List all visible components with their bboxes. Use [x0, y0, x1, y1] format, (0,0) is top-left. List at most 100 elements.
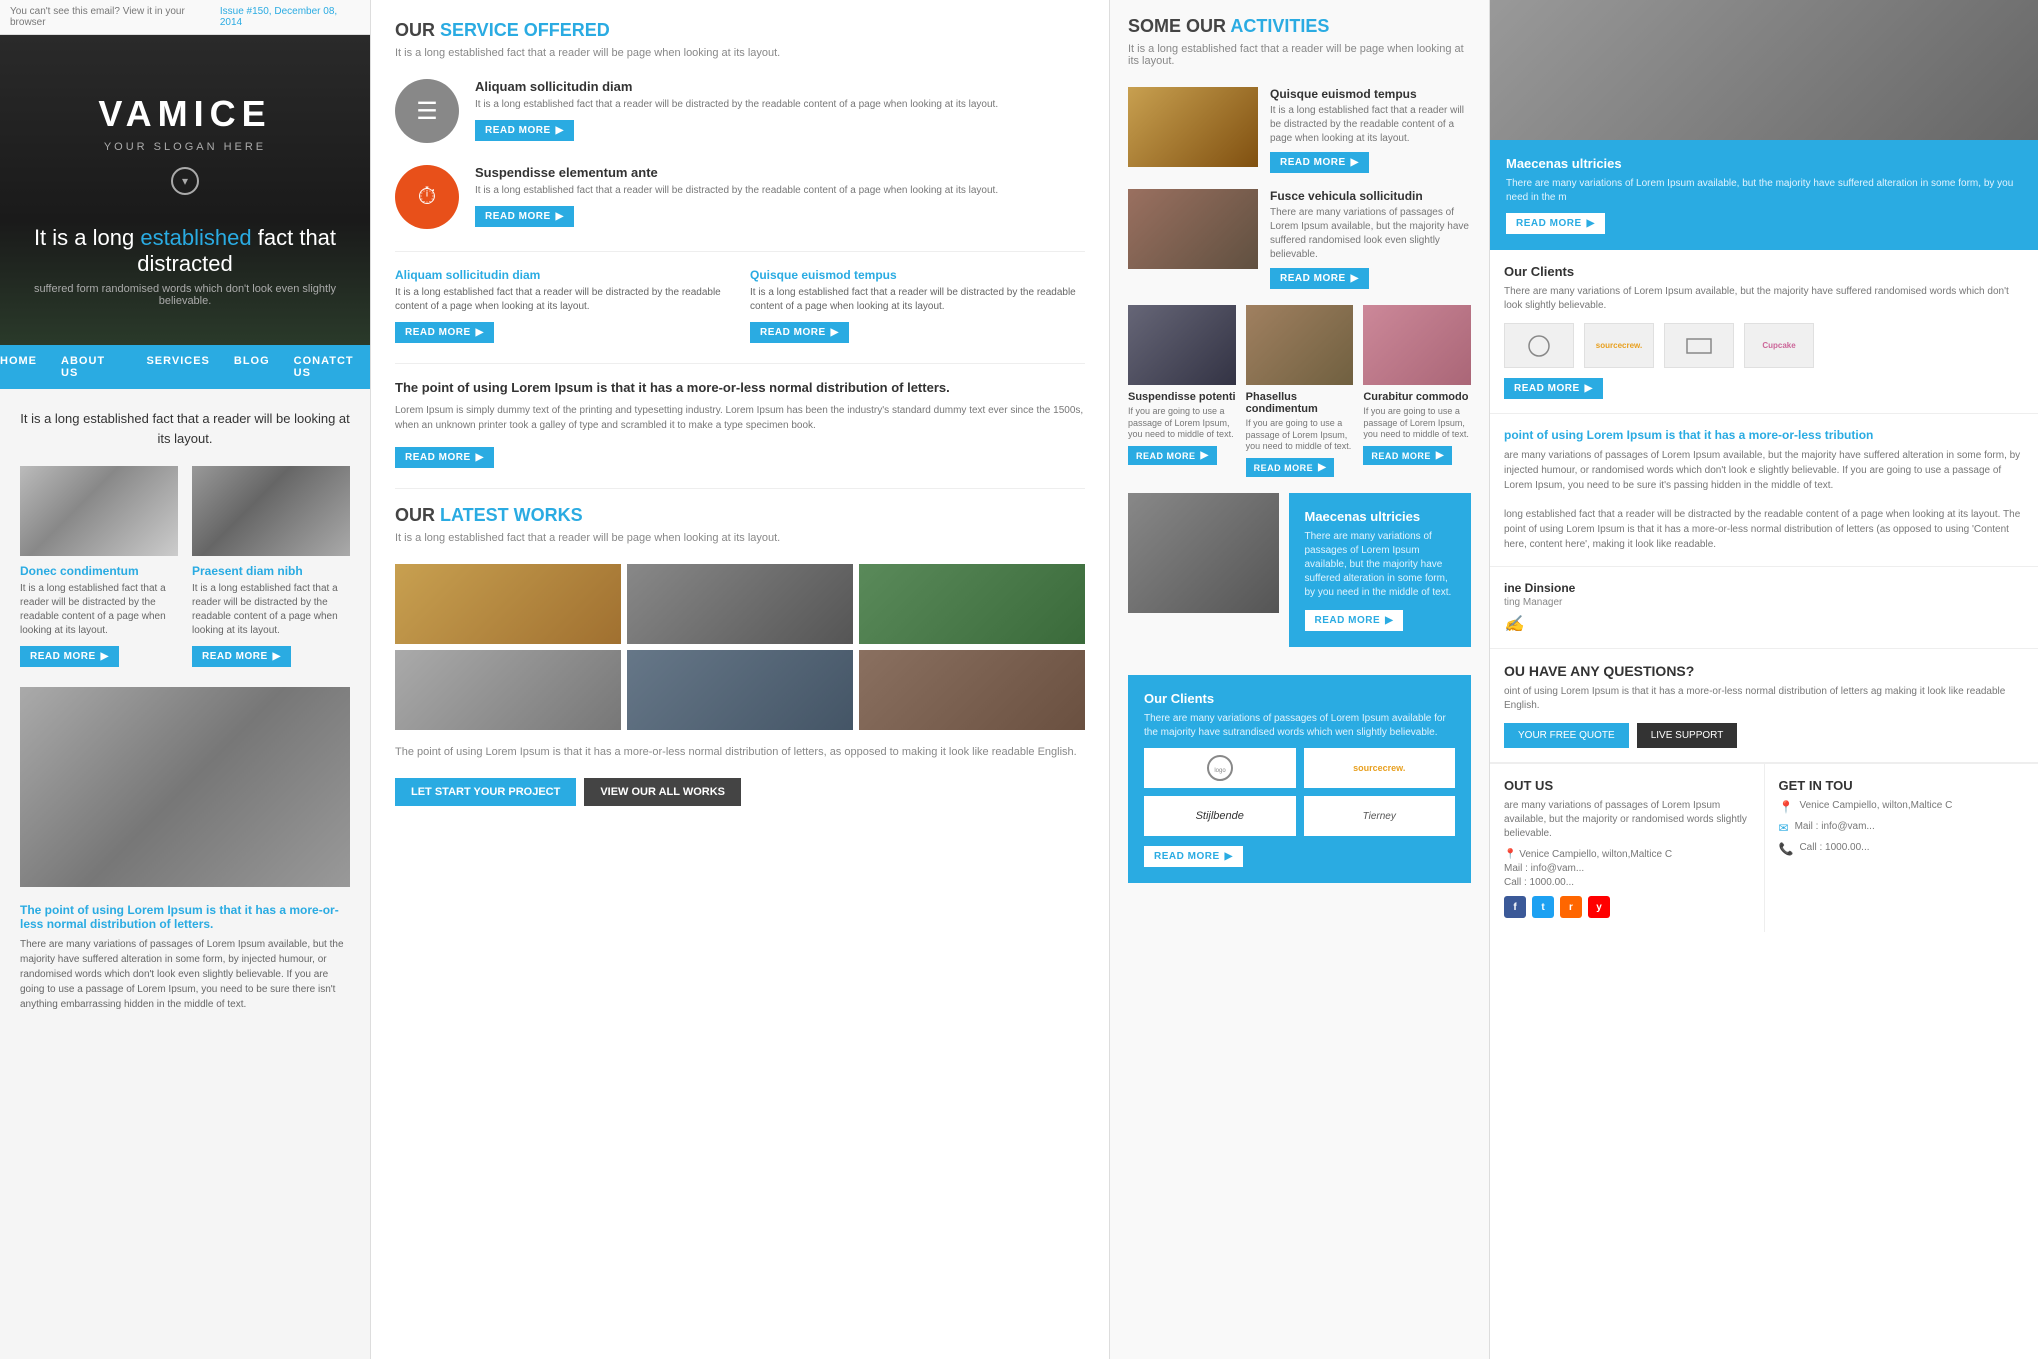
blue-card-text: There are many variations of passages of…	[1305, 530, 1456, 600]
services-sub: It is a long established fact that a rea…	[395, 47, 1085, 59]
act-card-btn-3[interactable]: READ MORE▶	[1363, 446, 1452, 465]
act-btn-1[interactable]: READ MORE▶	[1270, 152, 1369, 173]
hero-tagline: It is a long established fact that distr…	[20, 225, 350, 277]
facebook-icon[interactable]: f	[1504, 896, 1526, 918]
act-card-text-1: If you are going to use a passage of Lor…	[1128, 406, 1236, 441]
cta-btn-project[interactable]: LET START YOUR PROJECT	[395, 778, 576, 806]
svc-btn-2[interactable]: READ MORE▶	[475, 206, 574, 227]
btn-live-support[interactable]: LIVE SUPPORT	[1637, 723, 1738, 748]
nav-contact[interactable]: CONATCT US	[294, 355, 370, 379]
works-img-1	[395, 564, 621, 644]
about-mail: Mail : info@vam...	[1504, 863, 1750, 874]
col4-logo-3	[1664, 323, 1734, 368]
card-2: Praesent diam nibh It is a long establis…	[192, 466, 350, 667]
big-image	[20, 687, 350, 887]
topbar-left: You can't see this email? View it in you…	[10, 6, 220, 28]
two-col-item-2: Quisque euismod tempus It is a long esta…	[750, 268, 1085, 343]
get-in-touch-col: GET IN TOU 📍 Venice Campiello, wilton,Ma…	[1764, 764, 2038, 932]
issue-link[interactable]: Issue #150, December 08, 2014	[220, 6, 337, 28]
about-title: OUT US	[1504, 778, 1750, 793]
card2-read-more[interactable]: READ MORE▶	[192, 646, 291, 667]
qs-text: oint of using Lorem Ipsum is that it has…	[1504, 685, 2024, 713]
git-call-item: 📞 Call : 1000.00...	[1779, 841, 2025, 856]
works-img-3	[859, 564, 1085, 644]
act-card-1: Suspendisse potenti If you are going to …	[1128, 305, 1236, 477]
card2-title: Praesent diam nibh	[192, 564, 350, 578]
svc-text-2: It is a long established fact that a rea…	[475, 184, 998, 198]
act-card-img-1	[1128, 305, 1236, 385]
big-section-text: Lorem Ipsum is simply dummy text of the …	[395, 403, 1085, 433]
col1-body: It is a long established fact that a rea…	[0, 389, 370, 1042]
tc-title-1: Aliquam sollicitudin diam	[395, 268, 730, 282]
service-icon-2: ⏱	[395, 165, 459, 229]
big-section-btn[interactable]: READ MORE▶	[395, 447, 494, 468]
services-heading: OUR SERVICE OFFERED	[395, 20, 1085, 41]
act-title-2: Fusce vehicula sollicitudin	[1270, 189, 1471, 203]
about-call: Call : 1000.00...	[1504, 877, 1750, 888]
act-card-btn-2[interactable]: READ MORE▶	[1246, 458, 1335, 477]
lorem-text: There are many variations of passages of…	[20, 937, 350, 1012]
tc-btn-2[interactable]: READ MORE▶	[750, 322, 849, 343]
hero-arrow[interactable]: ▾	[171, 167, 199, 195]
topbar-right: Issue #150, December 08, 2014	[220, 6, 360, 28]
svc-title-2: Suspendisse elementum ante	[475, 165, 998, 180]
divider-2	[395, 363, 1085, 364]
blue-card-title: Maecenas ultricies	[1305, 509, 1456, 524]
works-img-6	[859, 650, 1085, 730]
git-addr-item: 📍 Venice Campiello, wilton,Maltice C	[1779, 799, 2025, 814]
location-icon: 📍	[1504, 849, 1516, 860]
about-address: 📍 Venice Campiello, wilton,Maltice C	[1504, 849, 1750, 860]
clients-logos-grid: logo sourcecrew. Stijlbende Tierney	[1144, 748, 1455, 836]
act-btn-2[interactable]: READ MORE▶	[1270, 268, 1369, 289]
works-heading: OUR LATEST WORKS	[395, 505, 1085, 526]
col4-clients-title: Our Clients	[1504, 264, 2024, 279]
youtube-icon[interactable]: y	[1588, 896, 1610, 918]
works-img-5	[627, 650, 853, 730]
act-card-title-3: Curabitur commodo	[1363, 391, 1471, 403]
nav-blog[interactable]: BLOG	[234, 355, 270, 379]
col4-clients-logos: sourcecrew. Cupcake	[1504, 323, 2024, 368]
tagline-pre: It is a long	[34, 225, 140, 250]
lorem-title: The point of using Lorem Ipsum is that i…	[20, 903, 350, 931]
col4-blue-title: Maecenas ultricies	[1506, 156, 2022, 171]
card2-image	[192, 466, 350, 556]
tc-btn-1[interactable]: READ MORE▶	[395, 322, 494, 343]
col1-cards-grid: Donec condimentum It is a long establish…	[20, 466, 350, 667]
clients-read-more[interactable]: READ MORE▶	[1144, 846, 1243, 867]
lp-title: point of using Lorem Ipsum is that it ha…	[1504, 428, 2024, 442]
act-card-btn-1[interactable]: READ MORE▶	[1128, 446, 1217, 465]
git-mail-text: Mail : info@vam...	[1795, 820, 1875, 834]
col3-body: SOME OUR ACTIVITIES It is a long establi…	[1110, 0, 1489, 899]
col3-clients: Our Clients There are many variations of…	[1128, 675, 1471, 883]
btn-free-quote[interactable]: YOUR FREE QUOTE	[1504, 723, 1629, 748]
col4-lorem-para: point of using Lorem Ipsum is that it ha…	[1490, 414, 2038, 567]
top-bar: You can't see this email? View it in you…	[0, 0, 370, 35]
rss-icon[interactable]: r	[1560, 896, 1582, 918]
blue-card-btn[interactable]: READ MORE▶	[1305, 610, 1404, 631]
lp-text-2: long established fact that a reader will…	[1504, 507, 2024, 552]
svc-text-1: It is a long established fact that a rea…	[475, 98, 998, 112]
nav-home[interactable]: HOME	[0, 355, 37, 379]
column-4: Maecenas ultricies There are many variat…	[1490, 0, 2038, 1359]
col4-clients-read-more[interactable]: READ MORE▶	[1504, 378, 1603, 399]
svc-btn-1[interactable]: READ MORE▶	[475, 120, 574, 141]
nav-about[interactable]: ABOUT US	[61, 355, 122, 379]
nav-services[interactable]: SERVICES	[146, 355, 209, 379]
col1-intro: It is a long established fact that a rea…	[20, 409, 350, 448]
cta-btn-works[interactable]: VIEW OUR ALL WORKS	[584, 778, 741, 806]
qs-btns: YOUR FREE QUOTE LIVE SUPPORT	[1504, 723, 2024, 748]
service-content-1: Aliquam sollicitudin diam It is a long e…	[475, 79, 998, 141]
col4-blue-btn[interactable]: READ MORE▶	[1506, 213, 1605, 234]
col3-clients-text: There are many variations of passages of…	[1144, 712, 1455, 740]
tc-text-1: It is a long established fact that a rea…	[395, 286, 730, 314]
testi-role: ting Manager	[1504, 597, 2024, 608]
works-sub: It is a long established fact that a rea…	[395, 532, 1085, 544]
act-card-img-2	[1246, 305, 1354, 385]
works-grid	[395, 564, 1085, 730]
twitter-icon[interactable]: t	[1532, 896, 1554, 918]
big-section-title: The point of using Lorem Ipsum is that i…	[395, 380, 1085, 395]
activity-content-1: Quisque euismod tempus It is a long esta…	[1270, 87, 1471, 173]
card1-read-more[interactable]: READ MORE▶	[20, 646, 119, 667]
hero-slogan: YOUR SLOGAN HERE	[104, 141, 266, 153]
big-section: The point of using Lorem Ipsum is that i…	[395, 380, 1085, 468]
